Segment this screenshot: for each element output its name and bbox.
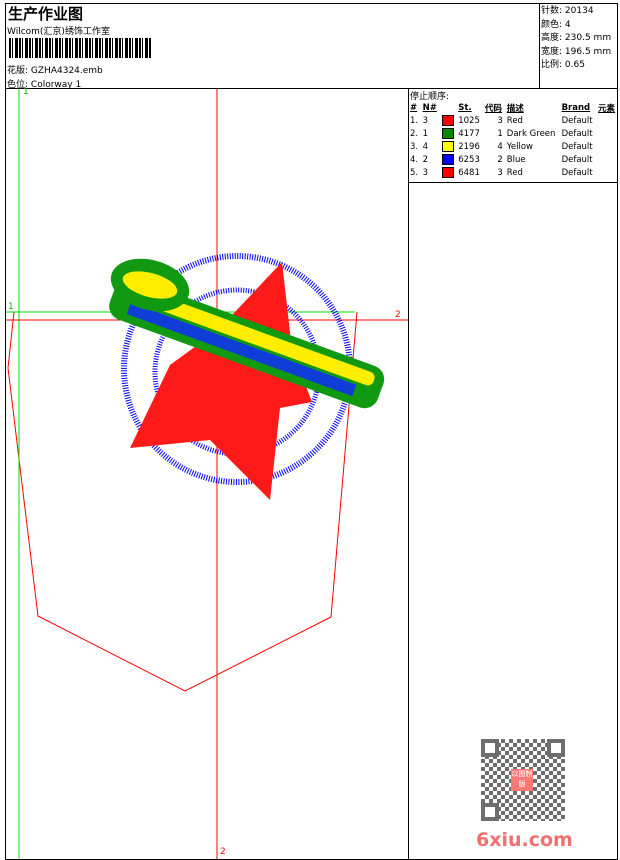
watermark-logo: 6xiu.com (476, 829, 573, 851)
production-worksheet: 生产作业图 Wilcom(汇京)绣饰工作室 花版: GZHA4324.emb 色… (0, 0, 620, 860)
qr-code: 以图制版 (481, 739, 565, 821)
stamp-logo: 以图制版 (511, 769, 533, 791)
marker-red-bottom: 2 (220, 847, 226, 857)
embroidery-design (109, 253, 385, 500)
marker-green-top: 1 (23, 87, 29, 97)
marker-red-right: 2 (395, 310, 401, 320)
marker-green-left: 1 (8, 302, 14, 312)
design-canvas (6, 89, 408, 859)
